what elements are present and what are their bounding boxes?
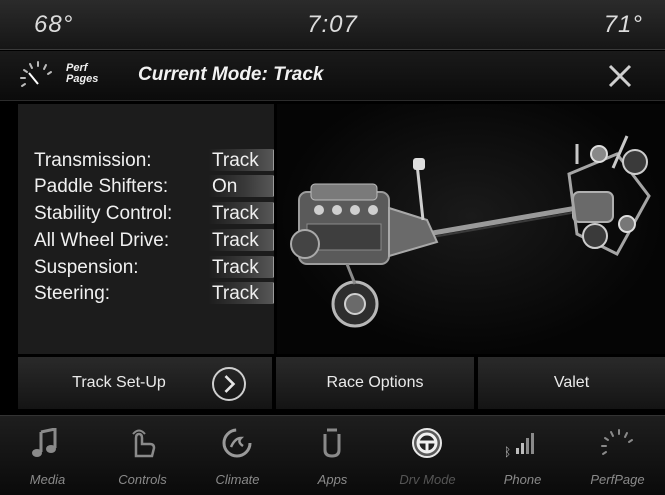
setting-row-transmission: Transmission: Track (34, 148, 277, 174)
chevron-right-icon[interactable] (212, 367, 246, 401)
setting-value: Track (212, 283, 259, 304)
setting-value: On (212, 176, 238, 197)
nav-label: PerfPage (590, 472, 645, 487)
setting-row-stability-control: Stability Control: Track (34, 201, 277, 227)
nav-item-media[interactable]: Media (0, 416, 95, 495)
setting-label: Steering: (34, 283, 111, 304)
nav-label: Drv Mode (399, 472, 456, 487)
setting-label: Suspension: (34, 257, 139, 278)
clock: 7:07 (307, 11, 358, 38)
setting-value: Track (212, 230, 259, 251)
setting-value: Track (212, 150, 259, 171)
setting-value: Track (212, 203, 259, 224)
valet-button[interactable]: Valet (478, 357, 665, 409)
hand-touch-icon (132, 429, 156, 458)
drivetrain-illustration (290, 135, 651, 328)
action-buttons: Track Set-Up Race Options Valet (18, 357, 665, 409)
apps-icon (323, 428, 341, 458)
nav-label: Climate (215, 472, 260, 487)
track-setup-label: Track Set-Up (72, 374, 166, 391)
perf-pages-logo: Perf Pages (66, 63, 98, 85)
nav-item-phone[interactable]: ᛒ Phone (475, 416, 570, 495)
music-note-icon (32, 428, 57, 457)
status-bar: 68° 7:07 71° (0, 0, 665, 50)
nav-item-perfpage[interactable]: PerfPage (570, 416, 665, 495)
close-icon[interactable] (605, 61, 635, 91)
perf-label-line2: Pages (66, 73, 99, 85)
svg-text:ᛒ: ᛒ (504, 445, 511, 458)
gauge-icon (601, 429, 633, 455)
settings-panel: Transmission: Track Paddle Shifters: On … (18, 104, 277, 354)
passenger-temperature[interactable]: 71° (604, 11, 643, 39)
race-options-label: Race Options (326, 374, 424, 391)
setting-row-all-wheel-drive: All Wheel Drive: Track (34, 228, 277, 254)
setting-value: Track (212, 257, 259, 278)
drivetrain-image (277, 104, 665, 354)
setting-label: Stability Control: (34, 203, 173, 224)
track-setup-button[interactable]: Track Set-Up (18, 357, 274, 409)
setting-row-steering: Steering: Track (34, 281, 277, 307)
nav-label: Apps (317, 472, 348, 487)
nav-item-drv-mode[interactable]: Drv Mode (380, 416, 475, 495)
valet-label: Valet (553, 374, 590, 391)
nav-label: Media (29, 472, 66, 487)
nav-item-controls[interactable]: Controls (95, 416, 190, 495)
nav-item-climate[interactable]: Climate (190, 416, 285, 495)
steering-wheel-icon (412, 428, 442, 458)
race-options-button[interactable]: Race Options (276, 357, 476, 409)
setting-label: All Wheel Drive: (34, 230, 170, 251)
bottom-nav: Media Controls Climate Apps Drv Mode ᛒ P… (0, 415, 665, 495)
gauge-icon (20, 61, 52, 87)
nav-label: Phone (503, 472, 542, 487)
nav-label: Controls (118, 472, 167, 487)
nav-item-apps[interactable]: Apps (285, 416, 380, 495)
setting-row-paddle-shifters: Paddle Shifters: On (34, 174, 277, 200)
phone-signal-icon: ᛒ (504, 433, 534, 458)
setting-label: Transmission: (34, 150, 152, 171)
page-title: Current Mode: Track (138, 64, 324, 85)
climate-icon (222, 428, 252, 458)
setting-label: Paddle Shifters: (34, 176, 169, 197)
setting-row-suspension: Suspension: Track (34, 255, 277, 281)
header: Perf Pages Current Mode: Track (0, 51, 665, 101)
